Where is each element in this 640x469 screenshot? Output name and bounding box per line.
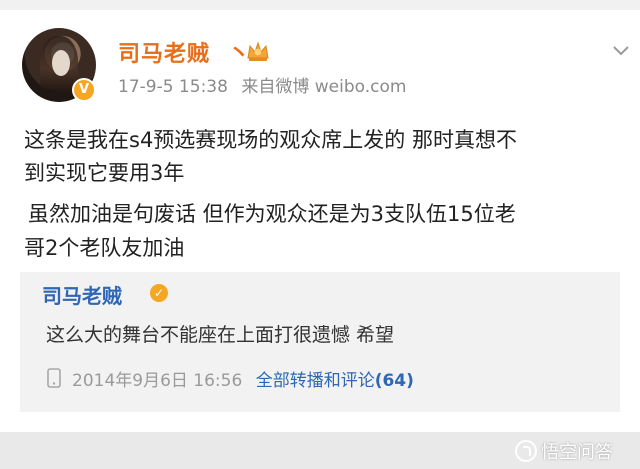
- post-time: 17-9-5 15:38: [118, 77, 228, 97]
- quoted-time: 2014年9月6日 16:56: [72, 371, 243, 391]
- wukong-logo-icon: [515, 440, 537, 462]
- quoted-meta: 2014年9月6日 16:56 全部转播和评论(64): [72, 366, 414, 391]
- post-meta: 17-9-5 15:38 来自微博 weibo.com: [118, 72, 414, 97]
- repost-link[interactable]: 全部转播和评论: [256, 371, 375, 391]
- verified-badge-icon: V: [72, 78, 96, 102]
- post-text-line-4: 哥2个老队友加油: [24, 236, 185, 260]
- quoted-verified-icon: ✓: [150, 284, 168, 302]
- quoted-username[interactable]: 司马老贼: [42, 280, 122, 309]
- watermark-text: 悟空问答: [541, 442, 613, 463]
- username[interactable]: 司马老贼: [118, 36, 210, 68]
- weibo-post-card: V 司马老贼 丶 17-9-5 15:38 来自微博 weibo.com 这条是…: [0, 0, 640, 432]
- phone-icon: [47, 368, 61, 388]
- avatar-face: [52, 50, 70, 76]
- watermark: 悟空问答: [515, 438, 613, 464]
- post-source[interactable]: 来自微博 weibo.com: [241, 77, 406, 97]
- post-text-line-3: 虽然加油是句废话 但作为观众还是为3支队伍15位老: [28, 202, 516, 226]
- post-text-line-2: 到实现它要用3年: [24, 161, 185, 185]
- post-text-line-1: 这条是我在s4预选赛现场的观众席上发的 那时真想不: [24, 128, 517, 152]
- crown-icon: [247, 41, 269, 61]
- chevron-down-icon[interactable]: [612, 44, 630, 58]
- quoted-text: 这么大的舞台不能座在上面打很遗憾 希望: [46, 324, 395, 346]
- top-divider: [0, 0, 640, 10]
- repost-count[interactable]: (64): [375, 371, 414, 391]
